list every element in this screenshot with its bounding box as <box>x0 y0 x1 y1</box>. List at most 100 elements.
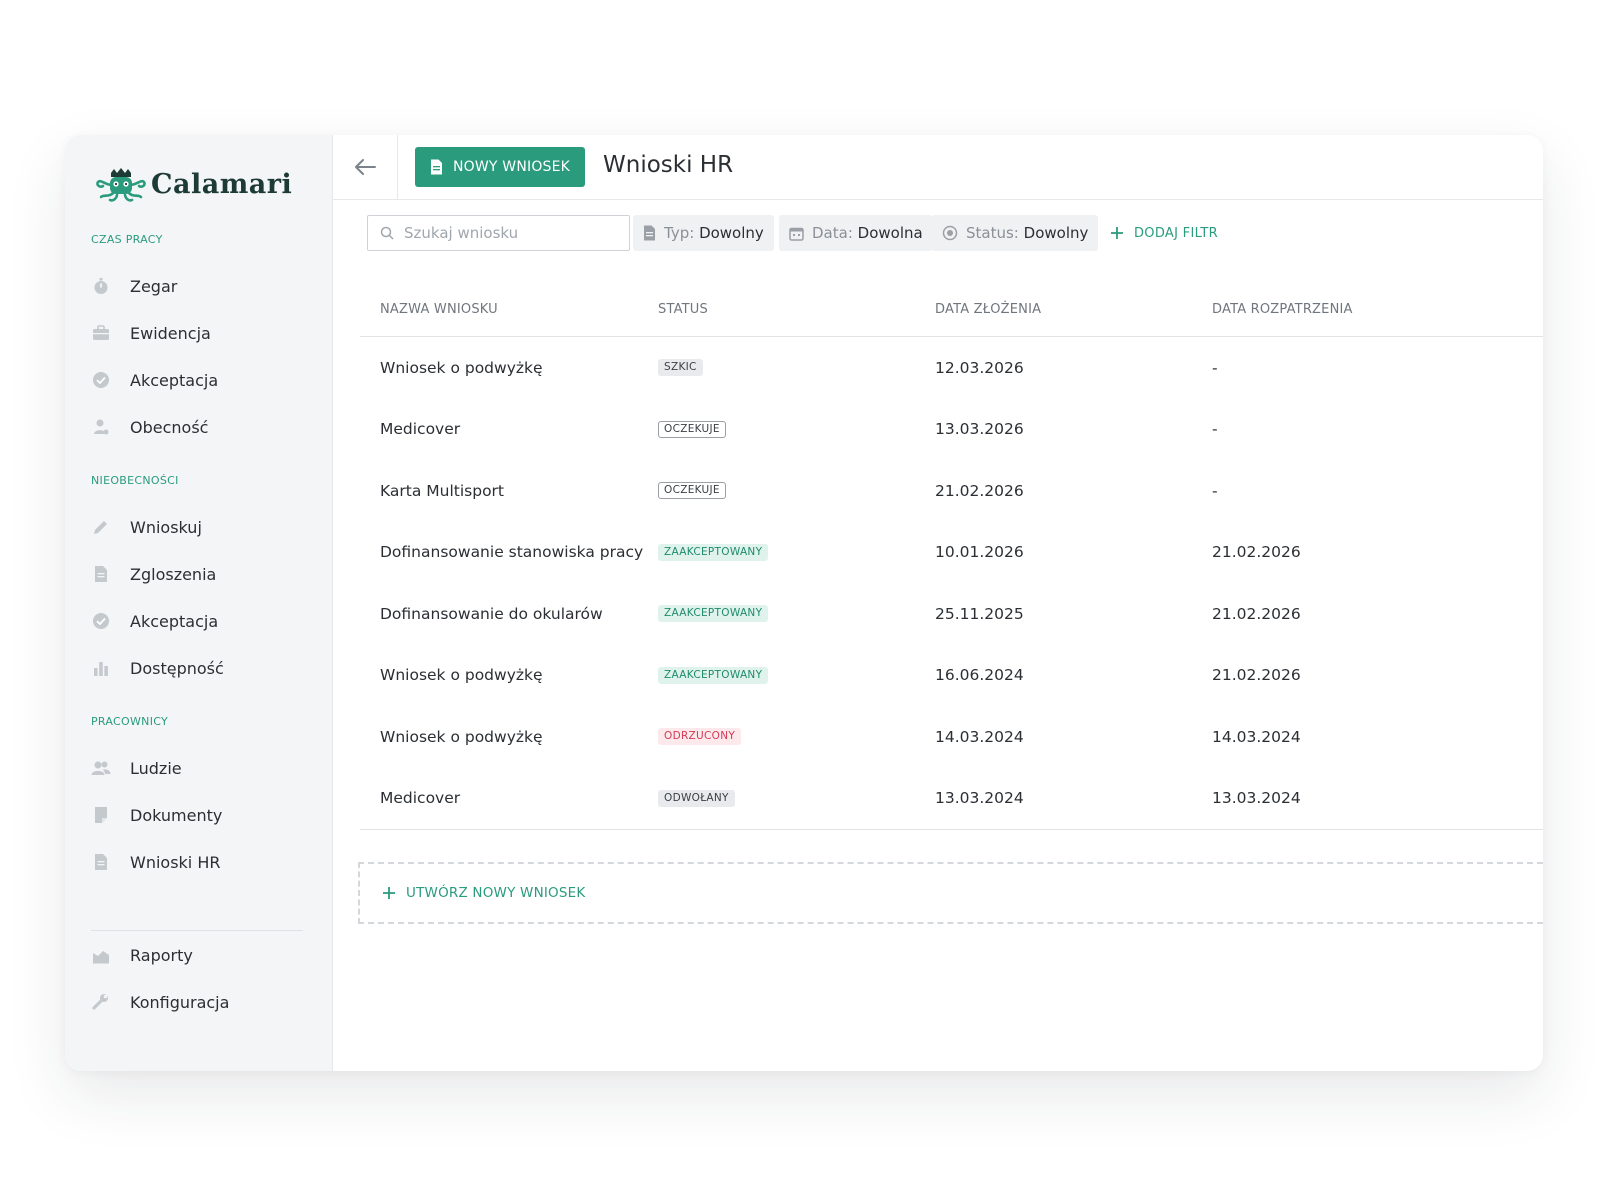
plus-icon <box>1111 227 1123 239</box>
submitted-date: 21.02.2026 <box>935 481 1024 500</box>
sidebar-item-label: Raporty <box>130 945 193 965</box>
document-icon <box>91 564 111 584</box>
search-field[interactable] <box>367 215 630 251</box>
sidebar-divider <box>91 930 303 931</box>
search-icon <box>380 226 394 240</box>
create-new-request-button[interactable]: UTWÓRZ NOWY WNIOSEK <box>358 862 1543 924</box>
status-cell: ODRZUCONY <box>658 706 742 768</box>
sidebar-item-label: Zgloszenia <box>130 564 217 584</box>
sidebar-item-label: Konfiguracja <box>130 992 230 1012</box>
request-name: Medicover <box>380 789 461 808</box>
request-name: Dofinansowanie do okularów <box>380 604 603 623</box>
section-title-pracownicy: PRACOWNICY <box>91 715 169 728</box>
submitted-date: 13.03.2026 <box>935 420 1024 439</box>
table-row[interactable]: Medicover ODWOŁANY 13.03.2024 13.03.2024 <box>360 768 1543 830</box>
sidebar-item-zegar[interactable]: Zegar <box>91 271 177 301</box>
sidebar-item-raporty[interactable]: Raporty <box>91 940 193 970</box>
area-chart-icon <box>91 945 111 965</box>
sidebar-item-konfiguracja[interactable]: Konfiguracja <box>91 987 229 1017</box>
sidebar-item-obecnosc[interactable]: Obecność <box>91 412 208 442</box>
bar-chart-icon <box>91 658 111 678</box>
app-window: Calamari CZAS PRACY Zegar Ewidencja Akce… <box>65 135 1543 1071</box>
page-title: Wnioski HR <box>603 152 734 178</box>
reviewed-date: 21.02.2026 <box>1212 543 1301 562</box>
status-badge: ZAAKCEPTOWANY <box>658 666 769 684</box>
reviewed-date: 14.03.2024 <box>1212 727 1301 746</box>
sidebar-item-dostepnosc[interactable]: Dostępność <box>91 653 224 683</box>
status-badge: ODWOŁANY <box>658 789 735 807</box>
sidebar-item-wnioskuj[interactable]: Wnioskuj <box>91 512 202 542</box>
document-icon <box>644 225 655 241</box>
filter-status-key: Status: <box>966 224 1019 242</box>
status-badge: ZAAKCEPTOWANY <box>658 605 769 623</box>
filter-date-chip[interactable]: Data: Dowolna <box>779 215 933 251</box>
stopwatch-icon <box>91 276 111 296</box>
plus-icon <box>383 887 395 899</box>
status-badge: OCZEKUJE <box>658 420 726 438</box>
submitted-date: 10.01.2026 <box>935 543 1024 562</box>
table-row[interactable]: Wniosek o podwyżkę ODRZUCONY 14.03.2024 … <box>360 706 1543 768</box>
column-header-name[interactable]: NAZWA WNIOSKU <box>380 302 498 317</box>
sidebar-item-ewidencja[interactable]: Ewidencja <box>91 318 211 348</box>
status-cell: ZAAKCEPTOWANY <box>658 583 769 645</box>
create-new-request-label: UTWÓRZ NOWY WNIOSEK <box>406 885 586 901</box>
filter-date-value: Dowolna <box>857 224 923 242</box>
reviewed-date: 21.02.2026 <box>1212 666 1301 685</box>
add-filter-button[interactable]: DODAJ FILTR <box>1110 215 1218 251</box>
table-row[interactable]: Karta Multisport OCZEKUJE 21.02.2026 - <box>360 460 1543 522</box>
submitted-date: 16.06.2024 <box>935 666 1024 685</box>
add-filter-label: DODAJ FILTR <box>1134 225 1218 241</box>
sidebar-item-label: Zegar <box>130 276 178 296</box>
status-cell: SZKIC <box>658 337 703 399</box>
people-icon <box>91 758 111 778</box>
check-circle-icon <box>91 370 111 390</box>
calendar-icon <box>789 227 804 241</box>
person-pin-icon <box>91 417 111 437</box>
sidebar-item-zgloszenia[interactable]: Zgloszenia <box>91 559 216 589</box>
reviewed-date: - <box>1212 358 1218 377</box>
sidebar-item-akceptacja[interactable]: Akceptacja <box>91 365 218 395</box>
status-cell: ZAAKCEPTOWANY <box>658 645 769 707</box>
sidebar-item-label: Dokumenty <box>130 805 223 825</box>
table-row[interactable]: Medicover OCZEKUJE 13.03.2026 - <box>360 399 1543 461</box>
filter-type-chip[interactable]: Typ: Dowolny <box>633 215 774 251</box>
request-name: Medicover <box>380 420 461 439</box>
submitted-date: 25.11.2025 <box>935 604 1024 623</box>
table-row[interactable]: Dofinansowanie stanowiska pracy ZAAKCEPT… <box>360 522 1543 584</box>
requests-table: NAZWA WNIOSKU STATUS DATA ZŁOŻENIA DATA … <box>360 285 1543 830</box>
status-badge: ODRZUCONY <box>658 728 742 746</box>
sidebar-item-akceptacja-nieobecnosci[interactable]: Akceptacja <box>91 606 218 636</box>
table-row[interactable]: Wniosek o podwyżkę SZKIC 12.03.2026 - <box>360 337 1543 399</box>
sidebar-item-dokumenty[interactable]: Dokumenty <box>91 800 222 830</box>
brand-name: Calamari <box>151 168 293 200</box>
sidebar-item-wnioski-hr[interactable]: Wnioski HR <box>91 847 220 877</box>
search-input[interactable] <box>404 224 604 242</box>
request-name: Karta Multisport <box>380 481 504 500</box>
column-header-reviewed[interactable]: DATA ROZPATRZENIA <box>1212 302 1353 317</box>
sidebar-item-label: Wnioski HR <box>130 852 221 872</box>
status-badge: ZAAKCEPTOWANY <box>658 543 769 561</box>
filter-status-chip[interactable]: Status: Dowolny <box>932 215 1099 251</box>
sidebar-item-ludzie[interactable]: Ludzie <box>91 753 182 783</box>
request-name: Dofinansowanie stanowiska pracy <box>380 543 644 562</box>
pencil-icon <box>91 517 111 537</box>
file-icon <box>91 805 111 825</box>
sidebar-item-label: Akceptacja <box>130 611 219 631</box>
request-name: Wniosek o podwyżkę <box>380 358 543 377</box>
sidebar-item-label: Wnioskuj <box>130 517 202 537</box>
section-title-nieobecnosci: NIEOBECNOŚCI <box>91 474 179 487</box>
sidebar-item-label: Dostępność <box>130 658 224 678</box>
back-button[interactable] <box>333 135 398 199</box>
submitted-date: 13.03.2024 <box>935 789 1024 808</box>
radio-circle-icon <box>942 225 958 241</box>
table-body: Wniosek o podwyżkę SZKIC 12.03.2026 - Me… <box>360 337 1543 830</box>
table-row[interactable]: Wniosek o podwyżkę ZAAKCEPTOWANY 16.06.2… <box>360 645 1543 707</box>
column-header-submitted[interactable]: DATA ZŁOŻENIA <box>935 302 1041 317</box>
filter-type-value: Dowolny <box>699 224 764 242</box>
page-header: NOWY WNIOSEK Wnioski HR <box>333 135 1543 200</box>
column-header-status[interactable]: STATUS <box>658 302 708 317</box>
new-request-button[interactable]: NOWY WNIOSEK <box>415 147 585 187</box>
new-request-button-label: NOWY WNIOSEK <box>452 159 571 175</box>
table-row[interactable]: Dofinansowanie do okularów ZAAKCEPTOWANY… <box>360 583 1543 645</box>
brand-logo[interactable]: Calamari <box>95 165 292 203</box>
